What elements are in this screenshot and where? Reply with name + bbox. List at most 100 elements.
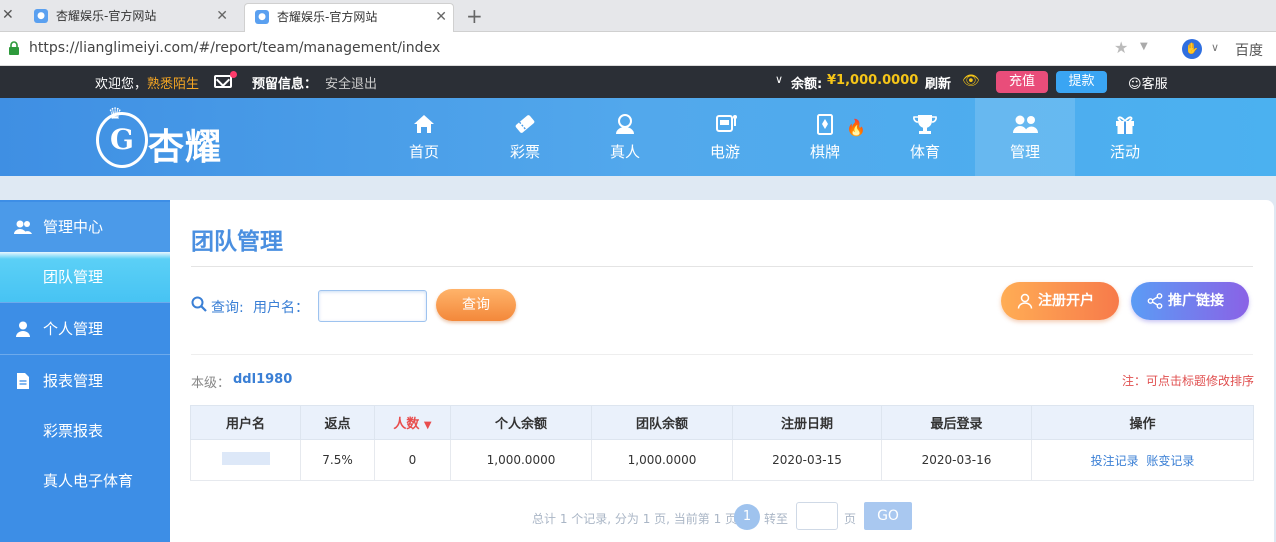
- service-label: 客服: [1141, 77, 1168, 92]
- sidebar-item-lottery-report[interactable]: 彩票报表: [0, 406, 170, 456]
- search-label: 查询:: [211, 300, 244, 316]
- new-tab-icon[interactable]: +: [466, 4, 483, 28]
- sort-note: 注：可点击标题修改排序: [1122, 374, 1255, 388]
- search-icon: [191, 296, 207, 312]
- team-table: 用户名 返点 人数 ▼ 个人余额 团队余额 注册日期 最后登录 操作 7.5% …: [190, 405, 1254, 481]
- lottery-ticket-icon: [515, 115, 535, 133]
- nav-cards[interactable]: 棋牌: [775, 98, 875, 176]
- close-icon[interactable]: ✕: [216, 3, 228, 29]
- goto-page-input[interactable]: [796, 502, 838, 530]
- cell-team-balance: 1,000.0000: [591, 439, 733, 481]
- nav-promo[interactable]: 活动: [1075, 98, 1175, 176]
- logout-link[interactable]: 安全退出: [325, 73, 377, 92]
- nav-label: 管理: [1009, 143, 1040, 161]
- column-header-count[interactable]: 人数 ▼: [374, 405, 451, 440]
- divider: [0, 302, 170, 303]
- column-header-personal-balance[interactable]: 个人余额: [450, 405, 592, 440]
- close-icon[interactable]: ✕: [435, 4, 447, 30]
- nav-label: 真人: [609, 143, 640, 161]
- nav-live[interactable]: 真人: [575, 98, 675, 176]
- level-label: 本级：: [191, 376, 231, 391]
- welcome-text: 欢迎您，: [95, 77, 148, 92]
- sidebar-item-label: 团队管理: [43, 268, 104, 286]
- site-logo[interactable]: ♛ G 杏耀: [96, 104, 246, 172]
- username-search-input[interactable]: [318, 290, 427, 322]
- column-header-last-login[interactable]: 最后登录: [881, 405, 1032, 440]
- nav-label: 电游: [709, 143, 740, 161]
- tab-title: 杏耀娱乐-官方网站: [277, 10, 378, 24]
- table-row: 7.5% 0 1,000.0000 1,000.0000 2020-03-15 …: [190, 439, 1254, 481]
- column-header-label: 人数: [393, 417, 420, 432]
- eye-hidden-icon[interactable]: 👁: [962, 73, 980, 89]
- nav-lottery[interactable]: 彩票: [475, 98, 575, 176]
- register-account-button[interactable]: 注册开户: [1001, 282, 1119, 320]
- nav-slots[interactable]: 电游: [675, 98, 775, 176]
- browser-tab-1[interactable]: ● 杏耀娱乐-官方网站 ✕: [24, 3, 234, 32]
- chat-icon: ☺: [1128, 77, 1142, 92]
- column-header-actions: 操作: [1031, 405, 1254, 440]
- users-icon: [14, 220, 32, 234]
- sidebar-item-label: 管理中心: [43, 218, 104, 236]
- user-add-icon: [1017, 293, 1033, 309]
- nav-label: 棋牌: [809, 143, 840, 161]
- sidebar-item-label: 真人电子体育: [43, 472, 134, 490]
- nav-label: 首页: [408, 143, 439, 161]
- sidebar-item-personal-management[interactable]: 个人管理: [0, 304, 170, 354]
- page-number-current[interactable]: 1: [734, 504, 760, 530]
- mail-icon[interactable]: [214, 75, 232, 88]
- divider: [191, 266, 1253, 267]
- query-button[interactable]: 查询: [436, 289, 516, 321]
- chevron-down-icon[interactable]: ∨: [775, 73, 783, 86]
- sidebar-item-management-center[interactable]: 管理中心: [0, 202, 170, 252]
- username-link[interactable]: 熟悉陌生: [147, 73, 199, 92]
- sidebar-item-label: 报表管理: [43, 372, 104, 390]
- cell-username[interactable]: [190, 439, 301, 481]
- slot-machine-icon: [716, 115, 737, 132]
- nav-home[interactable]: 首页: [374, 98, 474, 176]
- page-title: 团队管理: [191, 229, 283, 255]
- column-header-register-date[interactable]: 注册日期: [732, 405, 882, 440]
- search-engine-label[interactable]: 百度: [1235, 40, 1263, 60]
- users-icon: [1013, 115, 1038, 133]
- browser-tabbar: ✕ ● 杏耀娱乐-官方网站 ✕ ● 杏耀娱乐-官方网站 ✕ +: [0, 0, 1276, 32]
- nav-manage[interactable]: 管理: [975, 98, 1075, 176]
- url-text[interactable]: https://lianglimeiyi.com/#/report/team/m…: [29, 40, 440, 56]
- sidebar-item-report-management[interactable]: 报表管理: [0, 356, 170, 406]
- cell-rebate: 7.5%: [300, 439, 375, 481]
- table-header-row: 用户名 返点 人数 ▼ 个人余额 团队余额 注册日期 最后登录 操作: [190, 405, 1254, 440]
- go-button[interactable]: GO: [864, 502, 912, 530]
- chevron-down-icon[interactable]: ▼: [1140, 41, 1148, 52]
- column-header-username[interactable]: 用户名: [190, 405, 301, 440]
- column-header-team-balance[interactable]: 团队余额: [591, 405, 733, 440]
- report-document-icon: [17, 373, 29, 389]
- cell-last-login: 2020-03-16: [881, 439, 1032, 481]
- sidebar-item-live-sports-report[interactable]: 真人电子体育: [0, 456, 170, 506]
- logo-mark: G: [96, 112, 148, 168]
- refresh-link[interactable]: 刷新: [925, 73, 951, 92]
- trophy-icon: [913, 115, 937, 134]
- redacted-username: [221, 452, 270, 465]
- account-changes-link[interactable]: 账变记录: [1146, 454, 1194, 468]
- page-unit-label: 页: [844, 512, 857, 526]
- recharge-button[interactable]: 充值: [996, 71, 1048, 93]
- user-icon: [16, 321, 30, 337]
- column-header-rebate[interactable]: 返点: [300, 405, 375, 440]
- withdraw-button[interactable]: 提款: [1056, 71, 1107, 93]
- sidebar-item-team-management[interactable]: 团队管理: [0, 252, 170, 302]
- pagination-info: 总计 1 个记录, 分为 1 页, 当前第 1 页: [532, 512, 738, 526]
- divider: [191, 354, 1253, 355]
- site-favicon-icon: ●: [34, 9, 48, 23]
- chevron-down-icon[interactable]: ∨: [1211, 41, 1219, 54]
- service-link[interactable]: ☺客服: [1128, 73, 1168, 92]
- nav-sports[interactable]: 体育: [875, 98, 975, 176]
- level-username[interactable]: ddl1980: [233, 372, 292, 387]
- browser-tab-2[interactable]: ● 杏耀娱乐-官方网站 ✕: [244, 3, 454, 32]
- bookmark-star-icon[interactable]: ★: [1114, 38, 1128, 57]
- bet-records-link[interactable]: 投注记录: [1091, 454, 1139, 468]
- tab-title: 杏耀娱乐-官方网站: [56, 9, 157, 23]
- promo-link-button[interactable]: 推广链接: [1131, 282, 1249, 320]
- close-icon[interactable]: ✕: [2, 7, 16, 23]
- baidu-paw-icon[interactable]: ✋: [1182, 39, 1202, 59]
- hot-flame-icon: 🔥: [846, 118, 866, 137]
- lock-icon: [9, 41, 19, 55]
